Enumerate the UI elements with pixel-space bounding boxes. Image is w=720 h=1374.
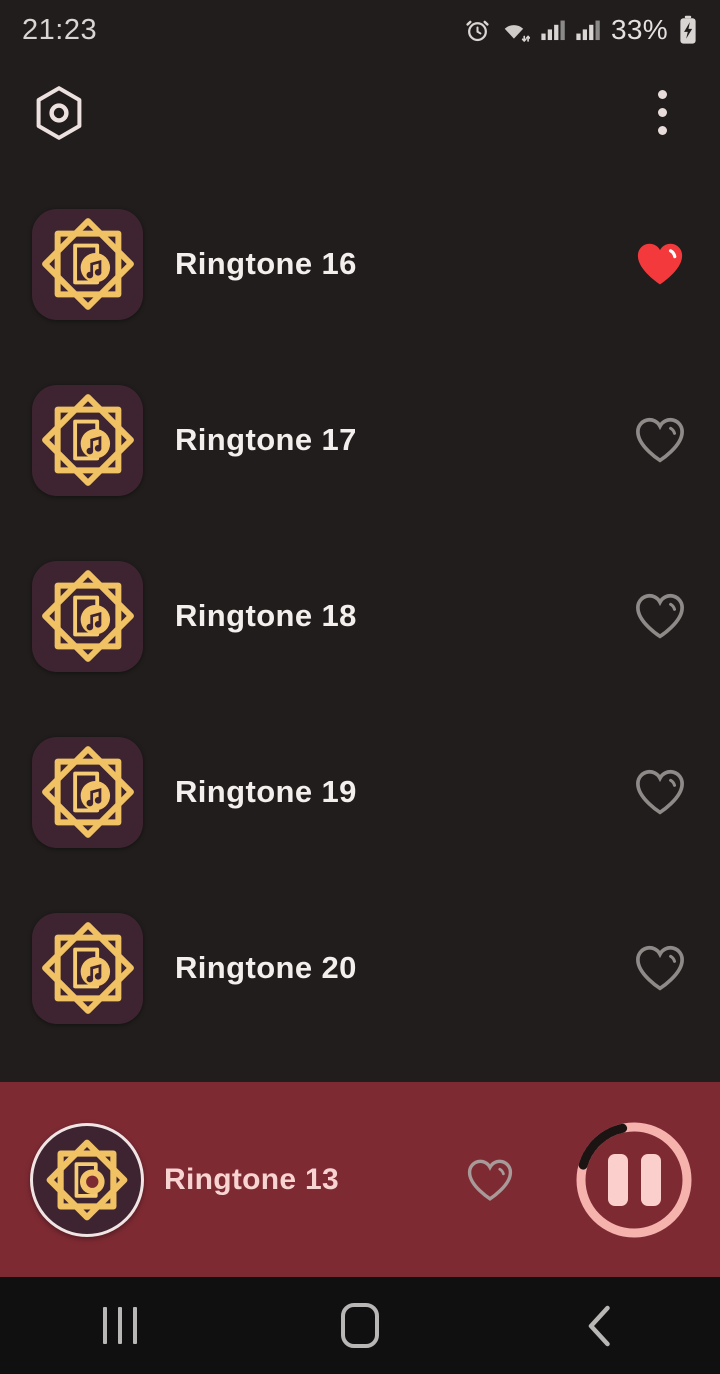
hexagon-nut-icon [36,85,82,140]
ringtone-thumbnail [32,384,143,496]
favorite-button[interactable] [630,586,690,646]
list-item[interactable]: Ringtone 16 [0,176,720,352]
ringtone-title: Ringtone 16 [175,246,357,281]
more-vertical-icon [657,108,667,117]
ringtone-star-icon [41,746,134,838]
ringtone-title: Ringtone 20 [175,950,357,985]
ringtone-star-icon [41,570,134,662]
ringtone-thumbnail [32,208,143,320]
recents-button[interactable] [0,1277,240,1374]
list-item[interactable]: Ringtone 20 [0,880,720,1056]
ringtone-title: Ringtone 17 [175,422,357,457]
heart-outline-icon [636,593,684,639]
heart-outline-icon [467,1159,513,1201]
more-vertical-icon [657,90,667,99]
ringtone-title: Ringtone 18 [175,598,357,633]
heart-filled-icon [637,243,683,285]
overflow-menu-button[interactable] [634,82,690,144]
home-button[interactable] [240,1277,480,1374]
ringtone-thumbnail [32,560,143,672]
player-track-title: Ringtone 13 [164,1162,339,1196]
settings-button[interactable] [30,84,88,142]
heart-outline-icon [636,769,684,815]
ringtone-thumbnail [32,912,143,1024]
player-bar[interactable]: Ringtone 13 [0,1082,720,1277]
favorite-button[interactable] [630,234,690,294]
battery-percent: 33% [611,14,668,45]
list-item[interactable]: Ringtone 19 [0,704,720,880]
progress-ring [576,1122,692,1237]
status-bar: 21:23 33% [0,0,720,60]
list-item[interactable]: Ringtone 17 [0,352,720,528]
player-artwork [30,1122,144,1237]
home-icon [341,1303,379,1348]
app-root: 21:23 33% Ringtone 16 Ringtone 17 Ringto… [0,0,720,1374]
signal-icon [541,20,565,41]
ringtone-star-icon [41,394,134,486]
play-pause-button[interactable] [576,1122,692,1238]
back-button[interactable] [480,1277,720,1374]
ringtone-thumbnail [32,736,143,848]
favorite-button[interactable] [630,410,690,470]
ringtone-list: Ringtone 16 Ringtone 17 Ringtone 18 Ring… [0,176,720,1056]
heart-outline-icon [636,945,684,991]
ringtone-star-icon [46,1139,128,1220]
favorite-button[interactable] [630,762,690,822]
recents-icon [103,1307,137,1344]
heart-outline-icon [636,417,684,463]
player-favorite-button[interactable] [462,1152,518,1208]
status-icons: 33% [464,14,698,46]
favorite-button[interactable] [630,938,690,998]
alarm-icon [466,20,489,41]
more-vertical-icon [657,126,667,135]
ringtone-title: Ringtone 19 [175,774,357,809]
ringtone-star-icon [41,922,134,1014]
list-item[interactable]: Ringtone 18 [0,528,720,704]
signal-icon [576,20,600,41]
ringtone-star-icon [41,218,134,310]
app-bar [0,60,720,165]
status-clock: 21:23 [22,13,98,46]
system-nav-bar [0,1277,720,1374]
battery-charging-icon [680,15,696,44]
wifi-icon [504,24,531,42]
back-icon [588,1305,610,1346]
